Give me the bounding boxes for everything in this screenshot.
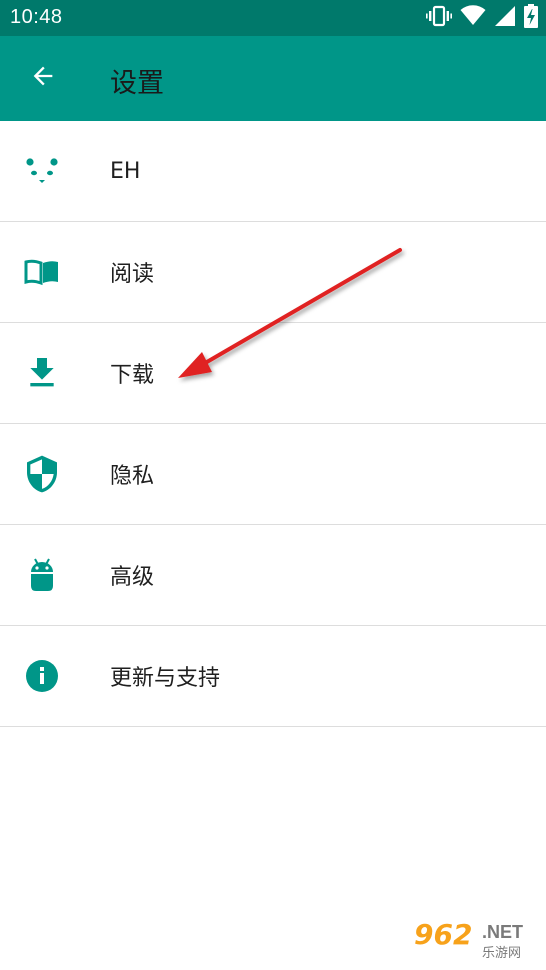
settings-item-label: 高级	[110, 565, 155, 590]
download-icon	[22, 353, 62, 393]
settings-item-eh[interactable]: EH	[0, 121, 546, 222]
settings-item-update-support[interactable]: 更新与支持	[0, 626, 546, 727]
battery-charging-icon	[524, 4, 538, 32]
watermark-number: 962	[414, 918, 473, 951]
watermark-suffix: .NET	[482, 922, 524, 942]
status-time: 10:48	[10, 6, 63, 28]
settings-item-label: 隐私	[110, 464, 155, 489]
settings-item-label: 阅读	[110, 262, 155, 287]
back-button[interactable]	[23, 58, 63, 98]
shield-icon	[22, 454, 62, 494]
settings-list: EH 阅读 下载 隐私 高级 更新与支持	[0, 121, 546, 727]
settings-item-label: 更新与支持	[110, 666, 221, 691]
panda-icon	[22, 151, 62, 191]
arrow-back-icon	[29, 62, 57, 94]
book-icon	[22, 252, 62, 292]
watermark-subtitle: 乐游网	[482, 946, 522, 961]
info-icon	[22, 656, 62, 696]
settings-item-label: EH	[110, 158, 141, 184]
vibrate-icon	[426, 5, 452, 31]
page-title: 设置	[110, 68, 164, 99]
app-bar: 设置	[0, 36, 546, 121]
settings-item-privacy[interactable]: 隐私	[0, 424, 546, 525]
settings-item-advanced[interactable]: 高级	[0, 525, 546, 626]
status-icons	[426, 4, 538, 32]
settings-item-download[interactable]: 下载	[0, 323, 546, 424]
settings-item-read[interactable]: 阅读	[0, 222, 546, 323]
settings-item-label: 下载	[110, 363, 155, 388]
android-icon	[22, 555, 62, 595]
wifi-icon	[460, 5, 486, 31]
status-bar: 10:48	[0, 0, 546, 36]
watermark-logo: 962 .NET 乐游网	[408, 916, 540, 962]
signal-icon	[494, 5, 516, 31]
